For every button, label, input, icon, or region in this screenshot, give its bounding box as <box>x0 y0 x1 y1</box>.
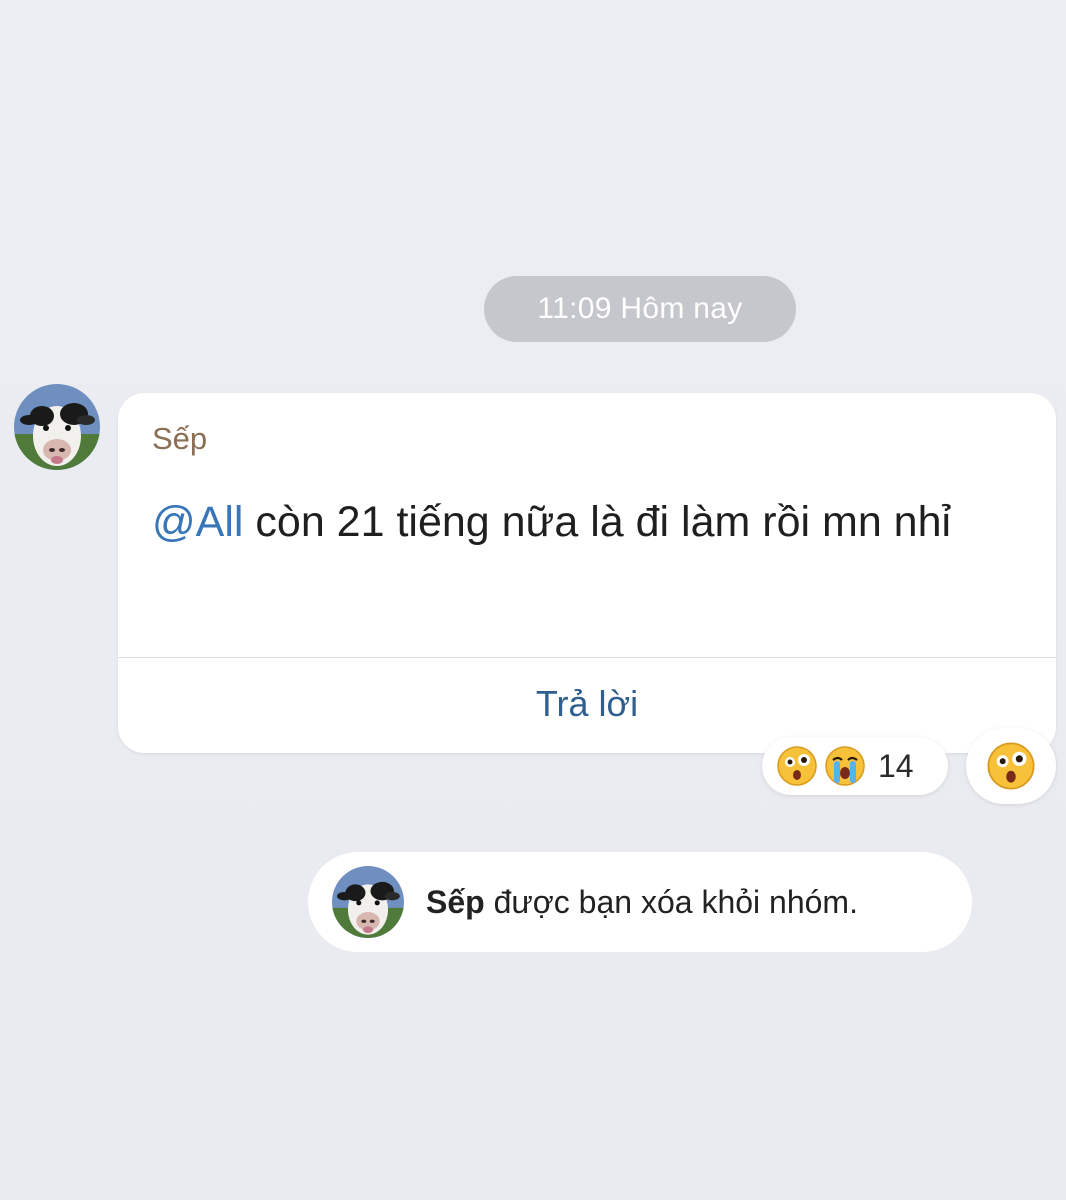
notice-name: Sếp <box>426 883 485 920</box>
surprised-face-icon <box>777 746 817 786</box>
chat-area: 11:09 Hôm nay Sếp @All còn 21 tiếng nữa … <box>0 0 1066 1200</box>
sender-avatar[interactable] <box>14 384 100 470</box>
reaction-count: 14 <box>878 747 914 784</box>
system-notice: Sếp được bạn xóa khỏi nhóm. <box>308 852 972 952</box>
notice-text: Sếp được bạn xóa khỏi nhóm. <box>426 884 858 921</box>
add-reaction-button[interactable] <box>966 728 1056 804</box>
crying-face-icon <box>825 746 865 786</box>
cow-avatar-image <box>14 384 100 470</box>
message-bubble[interactable]: Sếp @All còn 21 tiếng nữa là đi làm rồi … <box>118 393 1056 753</box>
time-divider: 11:09 Hôm nay <box>484 276 796 342</box>
mention-all[interactable]: @All <box>152 498 243 546</box>
message-text: @All còn 21 tiếng nữa là đi làm rồi mn n… <box>152 493 1032 551</box>
cow-avatar-image <box>332 866 404 938</box>
notice-avatar[interactable] <box>332 866 404 938</box>
surprised-face-icon <box>987 742 1035 790</box>
reaction-summary[interactable]: 14 <box>762 737 948 795</box>
sender-name: Sếp <box>152 421 208 456</box>
message-body: còn 21 tiếng nữa là đi làm rồi mn nhỉ <box>243 498 952 546</box>
notice-message: được bạn xóa khỏi nhóm. <box>484 883 858 920</box>
